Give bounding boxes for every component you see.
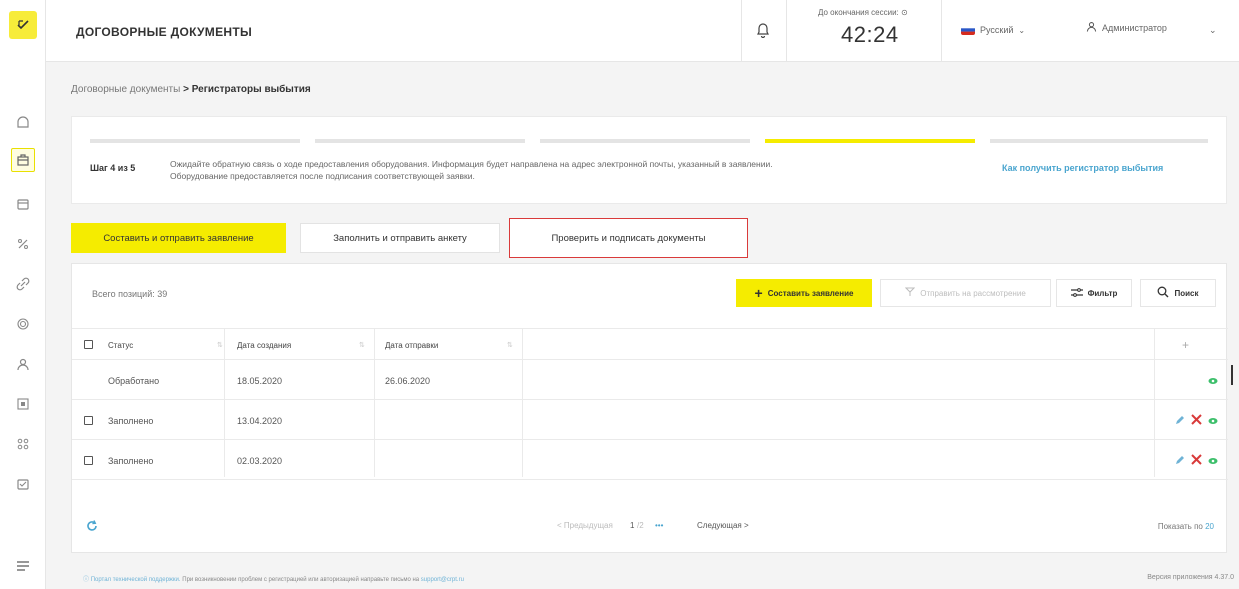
support-email-link[interactable]: support@crpt.ru — [421, 577, 464, 583]
breadcrumb-current: Регистраторы выбытия — [191, 84, 311, 95]
created-cell: 13.04.2020 — [237, 415, 283, 426]
logo-icon[interactable] — [9, 11, 37, 39]
compose-application-button[interactable]: + Составить заявление — [736, 279, 872, 307]
step-progress-3 — [540, 139, 750, 143]
row-checkbox[interactable] — [84, 456, 93, 465]
page-total: /2 — [637, 521, 644, 530]
fill-send-button[interactable]: Заполнить и отправить анкету — [300, 223, 500, 253]
briefcase-icon[interactable] — [11, 148, 35, 172]
step-progress-1 — [90, 139, 300, 143]
refresh-icon[interactable] — [86, 519, 98, 537]
column-status[interactable]: Статус — [108, 329, 133, 361]
breadcrumb-separator: > — [183, 84, 189, 95]
steps-card: Шаг 4 из 5 Ожидайте обратную связь о ход… — [71, 116, 1227, 204]
status-cell: Обработано — [108, 375, 160, 386]
table-header: Статус ⇅ Дата создания ⇅ Дата отправки ⇅… — [72, 328, 1228, 360]
created-cell: 18.05.2020 — [237, 375, 283, 386]
status-cell: Заполнено — [108, 415, 154, 426]
table-row[interactable]: Заполнено 02.03.2020 — [72, 441, 1228, 480]
total-count: Всего позиций: 39 — [92, 289, 168, 299]
step-progress-5 — [990, 139, 1208, 143]
column-created[interactable]: Дата создания — [237, 329, 291, 361]
current-page: 1 — [630, 521, 635, 530]
created-cell: 02.03.2020 — [237, 455, 283, 466]
bell-icon[interactable] — [756, 22, 772, 40]
view-eye-icon[interactable] — [1208, 452, 1218, 470]
compose-send-button[interactable]: Составить и отправить заявление — [71, 223, 286, 253]
next-page-button[interactable]: Следующая > — [697, 521, 749, 530]
language-select[interactable]: Русский ⌄ — [961, 25, 1025, 35]
top-header: ДОГОВОРНЫЕ ДОКУМЕНТЫ До окончания сессии… — [46, 0, 1239, 62]
user-icon — [1086, 21, 1097, 34]
delete-icon[interactable] — [1191, 412, 1202, 430]
row-actions — [1175, 441, 1218, 480]
home-icon[interactable] — [11, 110, 35, 134]
sort-icon[interactable]: ⇅ — [217, 341, 223, 349]
qr-code-icon[interactable] — [11, 392, 35, 416]
help-link[interactable]: Как получить регистратор выбытия — [1002, 163, 1163, 173]
delete-icon[interactable] — [1191, 452, 1202, 470]
person-icon[interactable] — [11, 352, 35, 376]
sent-cell: 26.06.2020 — [385, 375, 431, 386]
info-icon: ⊙ — [901, 8, 908, 17]
sort-icon[interactable]: ⇅ — [507, 341, 513, 349]
status-cell: Заполнено — [108, 455, 154, 466]
table-row[interactable]: Заполнено 13.04.2020 — [72, 401, 1228, 440]
sort-icon[interactable]: ⇅ — [359, 341, 365, 349]
prev-page-button[interactable]: < Предыдущая — [557, 521, 613, 530]
applications-table: Всего позиций: 39 + Составить заявление … — [71, 263, 1233, 553]
breadcrumb-parent[interactable]: Договорные документы — [71, 84, 180, 95]
percent-icon[interactable] — [11, 232, 35, 256]
row-actions — [1175, 401, 1218, 440]
menu-icon[interactable] — [11, 554, 35, 578]
more-pages[interactable]: ••• — [655, 521, 663, 530]
cart-icon[interactable] — [11, 472, 35, 496]
step-number: Шаг 4 из 5 — [90, 163, 136, 173]
russia-flag-icon — [961, 25, 975, 35]
sidebar — [0, 0, 46, 589]
page-size-select[interactable]: Показать по 20 — [1158, 522, 1214, 531]
check-sign-button[interactable]: Проверить и подписать документы — [509, 218, 748, 258]
select-all-checkbox[interactable] — [84, 340, 93, 349]
support-portal-link[interactable]: Портал технической поддержки. — [91, 577, 181, 583]
search-icon — [1157, 286, 1169, 300]
filter-icon — [1070, 287, 1083, 299]
user-menu[interactable]: Администратор — [1086, 21, 1167, 34]
send-review-button[interactable]: Отправить на рассмотрение — [880, 279, 1051, 307]
scrollbar[interactable] — [1231, 365, 1233, 385]
step-description: Ожидайте обратную связь о ходе предостав… — [170, 159, 773, 181]
step-progress-4 — [765, 139, 975, 143]
footer-support: ⓘ Портал технической поддержки. При возн… — [83, 577, 464, 583]
folder-icon[interactable] — [11, 192, 35, 216]
search-button[interactable]: Поиск — [1140, 279, 1216, 307]
app-version: Версия приложения 4.37.0 — [1147, 574, 1234, 581]
link-icon[interactable] — [11, 272, 35, 296]
row-checkbox[interactable] — [84, 416, 93, 425]
edit-pencil-icon[interactable] — [1175, 412, 1185, 430]
app-title: ДОГОВОРНЫЕ ДОКУМЕНТЫ — [76, 25, 253, 39]
table-row[interactable]: Обработано 18.05.2020 26.06.2020 — [72, 361, 1228, 400]
step-progress-2 — [315, 139, 525, 143]
chevron-down-icon[interactable]: ⌄ — [1209, 25, 1217, 36]
filter-button[interactable]: Фильтр — [1056, 279, 1132, 307]
grid-icon[interactable] — [11, 432, 35, 456]
view-eye-icon[interactable] — [1208, 372, 1218, 390]
plus-icon: + — [754, 285, 763, 301]
view-eye-icon[interactable] — [1208, 412, 1218, 430]
session-label: До окончания сессии: ⊙ — [818, 8, 908, 17]
column-sent[interactable]: Дата отправки — [385, 329, 438, 361]
session-timer: 42:24 — [841, 22, 899, 47]
edit-pencil-icon[interactable] — [1175, 452, 1185, 470]
send-icon — [905, 287, 916, 299]
breadcrumb: Договорные документы > Регистраторы выбы… — [71, 84, 311, 95]
chevron-down-icon: ⌄ — [1018, 25, 1026, 35]
fingerprint-icon[interactable] — [11, 312, 35, 336]
add-column-button[interactable]: + — [1182, 329, 1189, 361]
row-actions — [1208, 361, 1218, 400]
pagination: < Предыдущая 1 /2 ••• Следующая > Показа… — [72, 511, 1228, 541]
help-icon: ⓘ — [83, 577, 90, 583]
